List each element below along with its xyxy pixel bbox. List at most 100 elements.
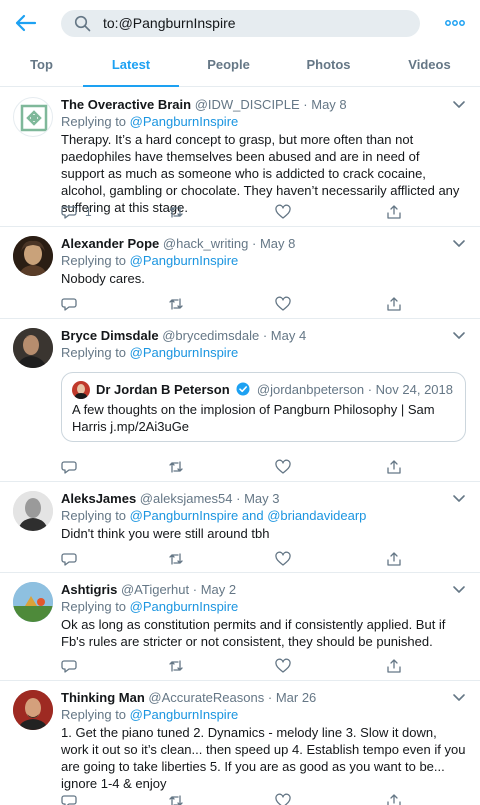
avatar[interactable]	[13, 690, 53, 730]
tweet-date[interactable]: May 4	[271, 328, 306, 343]
author-name[interactable]: Bryce Dimsdale	[61, 328, 159, 343]
back-button[interactable]	[13, 11, 39, 35]
brain-logo-icon	[20, 104, 48, 132]
tweet-date[interactable]: May 3	[244, 491, 279, 506]
author-handle[interactable]: @aleksjames54	[140, 491, 233, 506]
avatar[interactable]	[13, 491, 53, 531]
mention-link[interactable]: @PangburnInspire	[130, 345, 239, 360]
mention-link[interactable]: @PangburnInspire	[130, 707, 239, 722]
like-button[interactable]	[275, 657, 291, 675]
tweet-header: Bryce Dimsdale @brycedimsdale · May 4	[61, 327, 306, 344]
replying-prefix: Replying to	[61, 345, 130, 360]
reply-button[interactable]: 1	[61, 203, 92, 221]
author-handle[interactable]: @ATigerhut	[121, 582, 189, 597]
tab-videos[interactable]: Videos	[379, 46, 480, 87]
tweet[interactable]: The Overactive Brain @IDW_DISCIPLE · May…	[0, 88, 480, 227]
share-icon	[387, 659, 401, 673]
retweet-icon	[169, 298, 183, 310]
search-input[interactable]: to:@PangburnInspire	[103, 15, 236, 32]
like-button[interactable]	[275, 295, 291, 313]
avatar[interactable]	[13, 582, 53, 622]
tab-photos[interactable]: Photos	[278, 46, 379, 87]
retweet-button[interactable]	[168, 792, 184, 805]
avatar[interactable]	[13, 328, 53, 368]
author-name[interactable]: Thinking Man	[61, 690, 145, 705]
tab-top[interactable]: Top	[0, 46, 83, 87]
tweet[interactable]: Ashtigris @ATigerhut · May 2 Replying to…	[0, 573, 480, 681]
share-button[interactable]	[386, 550, 402, 568]
tab-latest[interactable]: Latest	[83, 46, 179, 87]
mention-link[interactable]: @PangburnInspire	[130, 114, 239, 129]
share-button[interactable]	[386, 657, 402, 675]
retweet-icon	[169, 461, 183, 473]
tweet[interactable]: Bryce Dimsdale @brycedimsdale · May 4 Re…	[0, 319, 480, 482]
share-button[interactable]	[386, 792, 402, 805]
reply-icon	[61, 461, 77, 474]
mention-link[interactable]: @PangburnInspire	[130, 253, 239, 268]
retweet-button[interactable]	[168, 295, 184, 313]
like-icon	[275, 296, 291, 311]
retweet-button[interactable]	[168, 458, 184, 476]
author-handle[interactable]: @hack_writing	[163, 236, 248, 251]
quoted-text: A few thoughts on the implosion of Pangb…	[72, 402, 435, 434]
author-name[interactable]: The Overactive Brain	[61, 97, 191, 112]
top-bar: to:@PangburnInspire	[0, 0, 480, 46]
author-handle[interactable]: @IDW_DISCIPLE	[195, 97, 300, 112]
author-handle[interactable]: @brycedimsdale	[162, 328, 259, 343]
reply-button[interactable]	[61, 792, 77, 805]
share-button[interactable]	[386, 203, 402, 221]
like-button[interactable]	[275, 792, 291, 805]
tweet[interactable]: AleksJames @aleksjames54 · May 3 Replyin…	[0, 482, 480, 573]
search-icon	[74, 15, 91, 32]
retweet-button[interactable]	[168, 657, 184, 675]
reply-button[interactable]	[61, 458, 77, 476]
tweet-date[interactable]: May 2	[201, 582, 236, 597]
retweet-button[interactable]	[168, 550, 184, 568]
tweet-date[interactable]: Mar 26	[276, 690, 316, 705]
mention-link[interactable]: @PangburnInspire	[130, 508, 239, 523]
more-options-button[interactable]	[444, 14, 466, 32]
chevron-down-icon[interactable]	[452, 331, 466, 341]
search-box[interactable]: to:@PangburnInspire	[61, 10, 420, 37]
quoted-header: Dr Jordan B Peterson @jordanbpeterson · …	[96, 381, 453, 398]
quoted-tweet[interactable]: Dr Jordan B Peterson @jordanbpeterson · …	[61, 372, 466, 442]
share-icon	[387, 552, 401, 566]
avatar[interactable]	[13, 97, 53, 137]
replying-to: Replying to @PangburnInspire	[61, 344, 238, 361]
replying-to: Replying to @PangburnInspire	[61, 598, 238, 615]
author-name[interactable]: Ashtigris	[61, 582, 117, 597]
like-button[interactable]	[275, 550, 291, 568]
like-button[interactable]	[275, 203, 291, 221]
tweet-actions	[61, 458, 461, 476]
reply-button[interactable]	[61, 295, 77, 313]
avatar[interactable]	[13, 236, 53, 276]
reply-button[interactable]	[61, 657, 77, 675]
retweet-button[interactable]	[168, 203, 184, 221]
author-name[interactable]: AleksJames	[61, 491, 136, 506]
tweet-date[interactable]: May 8	[311, 97, 346, 112]
reply-button[interactable]	[61, 550, 77, 568]
tweet-text: 1. Get the piano tuned 2. Dynamics - mel…	[61, 725, 466, 791]
author-name[interactable]: Alexander Pope	[61, 236, 159, 251]
tweet-date[interactable]: May 8	[260, 236, 295, 251]
author-handle[interactable]: @AccurateReasons	[148, 690, 264, 705]
reply-icon	[61, 298, 77, 311]
like-button[interactable]	[275, 458, 291, 476]
mention-link[interactable]: @briandavidearp	[267, 508, 366, 523]
mention-link[interactable]: @PangburnInspire	[130, 599, 239, 614]
retweet-icon	[169, 206, 183, 218]
share-button[interactable]	[386, 295, 402, 313]
portrait-image	[13, 328, 53, 368]
tweet-actions	[61, 792, 461, 805]
reply-count: 1	[85, 205, 92, 219]
tweet[interactable]: Alexander Pope @hack_writing · May 8 Rep…	[0, 227, 480, 319]
chevron-down-icon[interactable]	[452, 100, 466, 110]
tab-people[interactable]: People	[179, 46, 278, 87]
chevron-down-icon[interactable]	[452, 494, 466, 504]
chevron-down-icon[interactable]	[452, 239, 466, 249]
chevron-down-icon[interactable]	[452, 693, 466, 703]
share-button[interactable]	[386, 458, 402, 476]
tweet[interactable]: Thinking Man @AccurateReasons · Mar 26 R…	[0, 681, 480, 805]
chevron-down-icon[interactable]	[452, 585, 466, 595]
reply-icon	[61, 795, 77, 805]
